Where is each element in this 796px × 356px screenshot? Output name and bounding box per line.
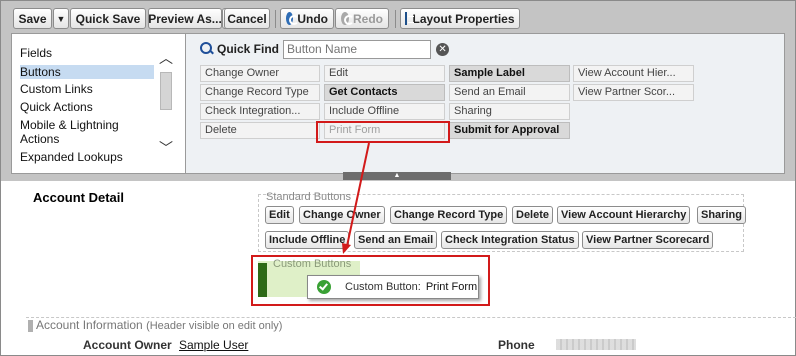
section-title-account-information: Account Information (Header visible on e… — [36, 318, 282, 332]
field-label-phone: Phone — [498, 338, 535, 352]
section-title-text: Account Information — [36, 318, 143, 332]
field-value-phone-redacted — [556, 339, 636, 350]
field-value-account-owner[interactable]: Sample User — [179, 338, 248, 352]
field-label-account-owner: Account Owner — [83, 338, 172, 352]
section-title-note: (Header visible on edit only) — [146, 320, 283, 332]
drag-arrow — [342, 142, 370, 254]
section-collapse-indicator — [28, 320, 33, 332]
